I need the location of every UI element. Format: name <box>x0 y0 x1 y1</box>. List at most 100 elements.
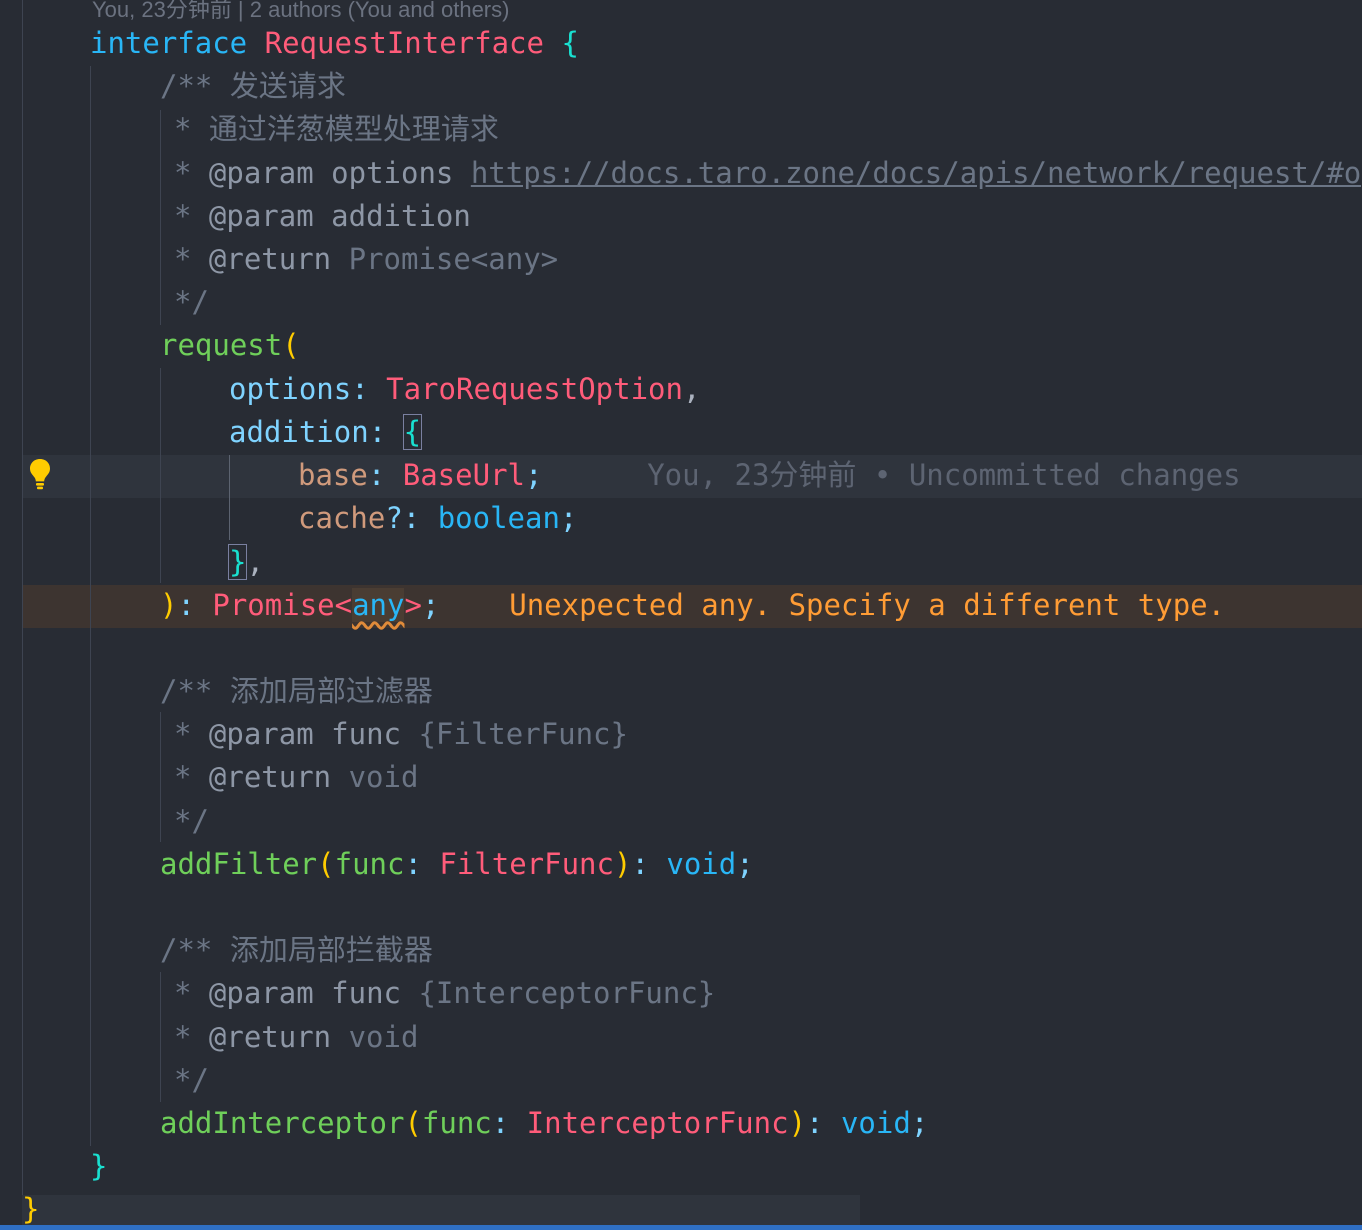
code-line: addInterceptor(func: InterceptorFunc): v… <box>160 1102 1362 1145</box>
indent-guide <box>160 712 161 842</box>
comment-line: /** 添加局部拦截器 <box>160 933 433 967</box>
error-lens-message: Unexpected any. Specify a different type… <box>509 588 1226 622</box>
comment-star: * <box>174 760 209 794</box>
jsdoc-param-name: addition <box>313 199 471 233</box>
jsdoc-param-name: func <box>313 717 419 751</box>
code-line: } <box>22 1188 1362 1230</box>
code-line: addFilter(func: FilterFunc): void; <box>160 843 1362 886</box>
param-name: func <box>421 1106 492 1140</box>
colon: : <box>177 588 213 622</box>
comment-line: * @return void <box>174 1016 1362 1059</box>
code-line-error: ): Promise<any>; Unexpected any. Specify… <box>160 584 1362 627</box>
comment-line: * @param addition <box>174 195 1362 238</box>
code-line: options: TaroRequestOption, <box>229 368 1362 411</box>
property-name: cache <box>298 501 386 535</box>
paren: ( <box>317 847 335 881</box>
comment-star: * <box>174 976 209 1010</box>
paren: ) <box>788 1106 807 1140</box>
semicolon: ; <box>559 501 578 535</box>
jsdoc-tag: @return <box>208 1020 332 1054</box>
colon: : <box>631 847 667 881</box>
comment-star: * <box>174 156 209 190</box>
status-bar-edge <box>0 1225 1362 1230</box>
code-line: addition: { <box>229 411 1362 454</box>
keyword: void <box>666 847 737 881</box>
semicolon: ; <box>736 847 754 881</box>
matched-brace: } <box>227 544 248 580</box>
keyword: boolean <box>437 501 560 535</box>
keyword: void <box>840 1106 911 1140</box>
colon: : <box>402 501 438 535</box>
colon: : <box>404 847 440 881</box>
doc-link[interactable]: https://docs.taro.zone/docs/apis/network… <box>471 156 1362 190</box>
indent-guide <box>90 66 91 1146</box>
brace: } <box>90 1149 108 1183</box>
colon: : <box>368 415 404 449</box>
jsdoc-tag: @param <box>208 976 314 1010</box>
brace: { <box>561 26 579 60</box>
comment-line: */ <box>174 285 209 319</box>
type-name: FilterFunc <box>439 847 614 881</box>
function-name: addInterceptor <box>160 1106 405 1140</box>
colon: : <box>491 1106 527 1140</box>
paren: ) <box>613 847 632 881</box>
lightbulb-icon[interactable] <box>28 457 52 491</box>
comment-line: * @param options https://docs.taro.zone/… <box>174 152 1362 195</box>
colon: : <box>367 458 403 492</box>
param-name: func <box>334 847 405 881</box>
jsdoc-tag: @param <box>208 199 314 233</box>
type-name: BaseUrl <box>402 458 525 492</box>
error-token[interactable]: any <box>352 588 405 622</box>
property-name: base <box>298 458 368 492</box>
comment-star: * <box>174 1020 209 1054</box>
semicolon: ; <box>421 588 440 622</box>
angle-bracket: > <box>404 588 422 622</box>
code-editor[interactable]: You, 23分钟前 | 2 authors (You and others) … <box>0 0 1362 1230</box>
jsdoc-type: {FilterFunc} <box>418 717 628 751</box>
paren: ( <box>282 328 300 362</box>
indent-guide <box>22 0 23 1195</box>
jsdoc-type: Promise<any> <box>331 242 559 276</box>
codelens-authors[interactable]: You, 23分钟前 | 2 authors (You and others) <box>92 0 509 24</box>
indent-guide <box>160 972 161 1102</box>
comma: , <box>246 545 264 579</box>
jsdoc-tag: @return <box>208 242 332 276</box>
code-line: }, <box>227 541 1362 584</box>
code-line: request( <box>160 324 1362 367</box>
jsdoc-tag: @param <box>208 156 314 190</box>
semicolon: ; <box>524 458 543 492</box>
git-blame-annotation: You, 23分钟前 • Uncommitted changes <box>647 458 1241 492</box>
colon: : <box>806 1106 841 1140</box>
comment-line: * @param func {InterceptorFunc} <box>174 972 1362 1015</box>
comment-line: /** 发送请求 <box>160 69 346 103</box>
matched-brace: { <box>402 414 423 450</box>
function-name: request <box>160 328 283 362</box>
code-line: cache?: boolean; <box>298 497 1362 540</box>
brace: } <box>22 1192 40 1226</box>
jsdoc-param-name: func <box>313 976 419 1010</box>
param-name: options <box>229 372 352 406</box>
comment-line: * @return void <box>174 756 1362 799</box>
jsdoc-type: {InterceptorFunc} <box>418 976 716 1010</box>
jsdoc-param-name: options <box>313 156 471 190</box>
comment-line: * 通过洋葱模型处理请求 <box>174 112 499 146</box>
code-line: interface RequestInterface { <box>90 22 1362 65</box>
comment-star: * <box>174 199 209 233</box>
indent-guide <box>160 368 161 583</box>
comment-line: * @return Promise<any> <box>174 238 1362 281</box>
comment-line: */ <box>174 804 209 838</box>
type-name: RequestInterface <box>264 26 544 60</box>
optional-mark: ? <box>385 501 403 535</box>
param-name: addition <box>229 415 369 449</box>
jsdoc-type: void <box>331 1020 419 1054</box>
paren: ) <box>160 588 178 622</box>
semicolon: ; <box>910 1106 929 1140</box>
colon: : <box>351 372 387 406</box>
comment-star: * <box>174 717 209 751</box>
jsdoc-tag: @param <box>208 717 314 751</box>
angle-bracket: < <box>334 588 353 622</box>
jsdoc-tag: @return <box>208 760 332 794</box>
comment-star: * <box>174 242 209 276</box>
indent-guide <box>160 110 161 325</box>
indent-guide <box>229 455 230 540</box>
